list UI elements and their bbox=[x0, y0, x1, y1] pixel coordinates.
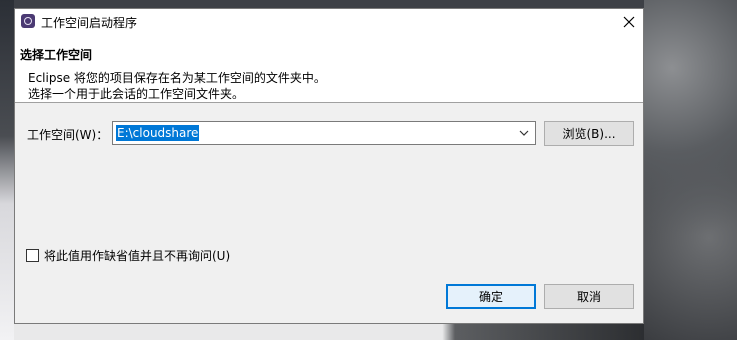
workspace-label: 工作空间(W)： bbox=[27, 128, 109, 142]
workspace-combo[interactable]: E:\cloudshare bbox=[112, 121, 536, 145]
desktop-background-left bbox=[0, 0, 14, 340]
window-title: 工作空间启动程序 bbox=[41, 16, 138, 30]
ok-button[interactable]: 确定 bbox=[446, 284, 536, 309]
close-icon bbox=[623, 16, 635, 28]
default-checkbox-label[interactable]: 将此值用作缺省值并且不再询问(U) bbox=[44, 247, 230, 264]
default-checkbox[interactable] bbox=[26, 248, 39, 262]
eclipse-icon bbox=[21, 14, 35, 28]
desktop-background-right bbox=[644, 0, 737, 340]
workspace-input-value[interactable]: E:\cloudshare bbox=[116, 125, 200, 141]
header-description-line2: 选择一个用于此会话的工作空间文件夹。 bbox=[28, 87, 245, 101]
workspace-launcher-dialog: 工作空间启动程序 选择工作空间 Eclipse 将您的项目保存在名为某工作空间的… bbox=[14, 8, 644, 324]
dialog-header: 选择工作空间 Eclipse 将您的项目保存在名为某工作空间的文件夹中。 选择一… bbox=[15, 35, 643, 103]
close-button[interactable] bbox=[615, 9, 643, 35]
desktop-background-bottom bbox=[14, 324, 644, 340]
title-bar[interactable]: 工作空间启动程序 bbox=[15, 9, 643, 35]
browse-button[interactable]: 浏览(B)... bbox=[544, 121, 634, 146]
default-option-row[interactable]: 将此值用作缺省值并且不再询问(U) bbox=[26, 247, 230, 263]
cancel-button[interactable]: 取消 bbox=[544, 284, 634, 309]
header-description-line1: Eclipse 将您的项目保存在名为某工作空间的文件夹中。 bbox=[28, 71, 326, 85]
chevron-down-icon bbox=[519, 130, 529, 136]
dropdown-button[interactable] bbox=[517, 126, 531, 140]
header-title: 选择工作空间 bbox=[20, 48, 93, 62]
